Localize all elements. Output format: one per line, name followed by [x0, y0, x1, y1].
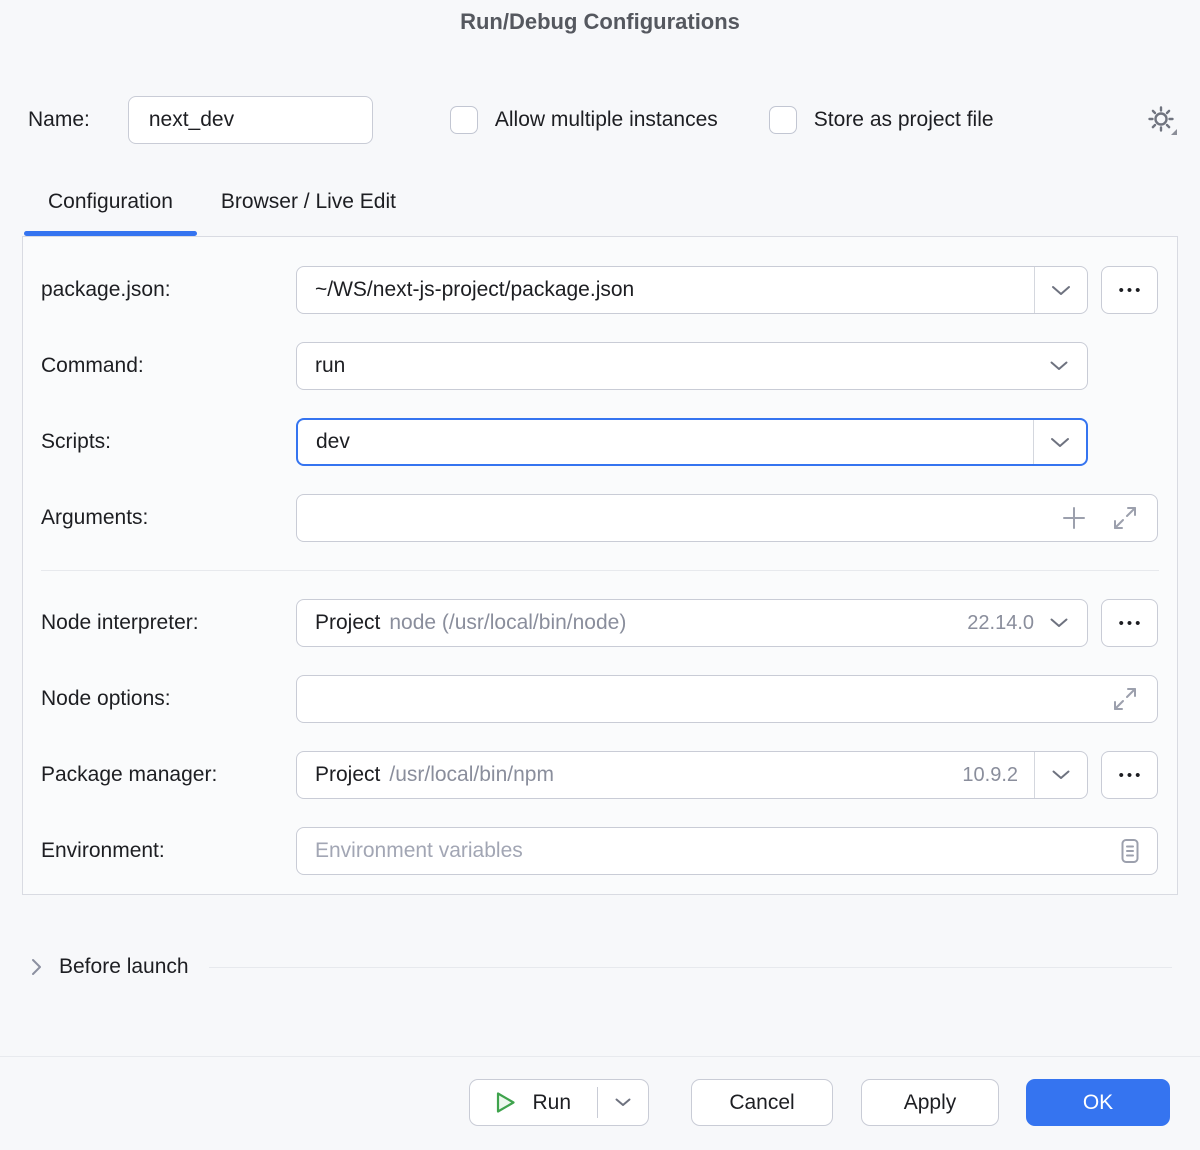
- package-manager-version: 10.9.2: [962, 764, 1018, 787]
- node-interpreter-value: Project: [297, 611, 380, 635]
- ok-button-label: OK: [1083, 1091, 1113, 1115]
- allow-multiple-instances-checkbox[interactable]: [450, 106, 478, 134]
- tab-configuration-label: Configuration: [48, 190, 173, 213]
- name-label: Name:: [28, 108, 90, 132]
- node-options-row: Node options:: [23, 675, 1177, 723]
- package-manager-path: /usr/local/bin/npm: [389, 763, 554, 787]
- package-json-browse-button[interactable]: •••: [1101, 266, 1158, 314]
- chevron-down-icon: [1051, 285, 1071, 296]
- dialog-title: Run/Debug Configurations: [0, 0, 1200, 39]
- package-manager-label: Package manager:: [41, 763, 296, 787]
- environment-label: Environment:: [41, 839, 296, 863]
- chevron-down-icon: [1050, 361, 1068, 371]
- node-interpreter-dropdown[interactable]: Project node (/usr/local/bin/node) 22.14…: [296, 599, 1088, 647]
- chevron-down-icon: [1052, 770, 1070, 780]
- ellipsis-icon: •••: [1119, 282, 1144, 299]
- environment-field[interactable]: [296, 827, 1158, 875]
- chevron-right-icon: [30, 957, 43, 977]
- allow-multiple-instances-option: Allow multiple instances: [450, 106, 718, 134]
- node-interpreter-browse-button[interactable]: •••: [1101, 599, 1158, 647]
- scripts-label: Scripts:: [41, 430, 296, 454]
- section-divider: [41, 570, 1159, 571]
- ok-button[interactable]: OK: [1026, 1079, 1170, 1126]
- arguments-row: Arguments:: [23, 494, 1177, 542]
- command-dropdown[interactable]: run: [296, 342, 1088, 390]
- expand-icon[interactable]: [1111, 685, 1139, 713]
- gear-icon: [1146, 104, 1178, 136]
- arguments-field-icons: [1061, 504, 1139, 532]
- chevron-down-icon: [615, 1098, 631, 1107]
- package-json-row: package.json: ~/WS/next-js-project/packa…: [23, 266, 1177, 314]
- environment-row: Environment:: [23, 827, 1177, 875]
- store-as-project-file-label: Store as project file: [814, 108, 994, 132]
- package-json-dropdown-button[interactable]: [1034, 267, 1087, 313]
- run-button[interactable]: Run: [470, 1080, 597, 1125]
- cancel-button-label: Cancel: [729, 1091, 794, 1115]
- node-options-field[interactable]: [296, 675, 1158, 723]
- package-manager-value: Project: [297, 763, 380, 787]
- play-icon: [494, 1090, 517, 1115]
- command-dropdown-button[interactable]: [1050, 361, 1087, 371]
- expand-icon[interactable]: [1111, 504, 1139, 532]
- ellipsis-icon: •••: [1119, 615, 1144, 632]
- package-manager-dropdown-button[interactable]: [1034, 752, 1087, 798]
- configuration-panel: package.json: ~/WS/next-js-project/packa…: [22, 236, 1178, 895]
- browse-variables-icon[interactable]: [1118, 836, 1142, 866]
- store-as-project-file-checkbox[interactable]: [769, 106, 797, 134]
- scripts-value: dev: [298, 430, 350, 454]
- node-interpreter-path: node (/usr/local/bin/node): [389, 611, 626, 635]
- footer-button-bar: Run Cancel Apply OK: [0, 1057, 1200, 1126]
- apply-button-label: Apply: [904, 1091, 957, 1115]
- ellipsis-icon: •••: [1119, 767, 1144, 784]
- cancel-button[interactable]: Cancel: [691, 1079, 833, 1126]
- node-options-field-icons: [1111, 685, 1139, 713]
- command-value: run: [297, 354, 345, 378]
- plus-icon[interactable]: [1061, 505, 1087, 531]
- package-manager-combobox[interactable]: Project /usr/local/bin/npm 10.9.2: [296, 751, 1088, 799]
- before-launch-toggle[interactable]: Before launch: [30, 952, 1172, 982]
- node-interpreter-version: 22.14.0: [967, 612, 1034, 635]
- node-interpreter-label: Node interpreter:: [41, 611, 296, 635]
- store-settings-gear-button[interactable]: [1146, 104, 1178, 136]
- chevron-down-icon: [1050, 618, 1068, 628]
- node-interpreter-row: Node interpreter: Project node (/usr/loc…: [23, 599, 1177, 647]
- before-launch-label: Before launch: [59, 955, 189, 979]
- run-button-label: Run: [532, 1091, 571, 1115]
- scripts-row: Scripts: dev: [23, 418, 1177, 466]
- scripts-dropdown-button[interactable]: [1033, 420, 1086, 464]
- package-manager-browse-button[interactable]: •••: [1101, 751, 1158, 799]
- scripts-combobox[interactable]: dev: [296, 418, 1088, 466]
- environment-input[interactable]: [297, 828, 1118, 874]
- run-options-dropdown-button[interactable]: [598, 1080, 648, 1125]
- header-row: Name: Allow multiple instances Store as …: [28, 96, 1178, 144]
- before-launch-divider: [209, 967, 1172, 968]
- tab-bar: Configuration Browser / Live Edit: [24, 170, 1200, 236]
- arguments-field[interactable]: [296, 494, 1158, 542]
- package-json-label: package.json:: [41, 278, 296, 302]
- node-interpreter-dropdown-button[interactable]: [1050, 618, 1087, 628]
- arguments-input[interactable]: [297, 495, 1061, 541]
- tab-configuration[interactable]: Configuration: [24, 170, 197, 236]
- package-manager-row: Package manager: Project /usr/local/bin/…: [23, 751, 1177, 799]
- package-json-value: ~/WS/next-js-project/package.json: [297, 278, 634, 302]
- run-debug-configurations-dialog: Run/Debug Configurations Name: Allow mul…: [0, 0, 1200, 1150]
- allow-multiple-instances-label: Allow multiple instances: [495, 108, 718, 132]
- command-row: Command: run: [23, 342, 1177, 390]
- run-split-button: Run: [469, 1079, 649, 1126]
- arguments-label: Arguments:: [41, 506, 296, 530]
- name-input[interactable]: [128, 96, 373, 144]
- environment-field-icons: [1118, 836, 1142, 866]
- chevron-down-icon: [1050, 437, 1070, 448]
- store-as-project-file-option: Store as project file: [769, 106, 994, 134]
- command-label: Command:: [41, 354, 296, 378]
- apply-button[interactable]: Apply: [861, 1079, 999, 1126]
- node-options-label: Node options:: [41, 687, 296, 711]
- package-json-combobox[interactable]: ~/WS/next-js-project/package.json: [296, 266, 1088, 314]
- tab-browser-live-edit[interactable]: Browser / Live Edit: [197, 170, 420, 236]
- tab-browser-live-edit-label: Browser / Live Edit: [221, 190, 396, 213]
- node-options-input[interactable]: [297, 676, 1111, 722]
